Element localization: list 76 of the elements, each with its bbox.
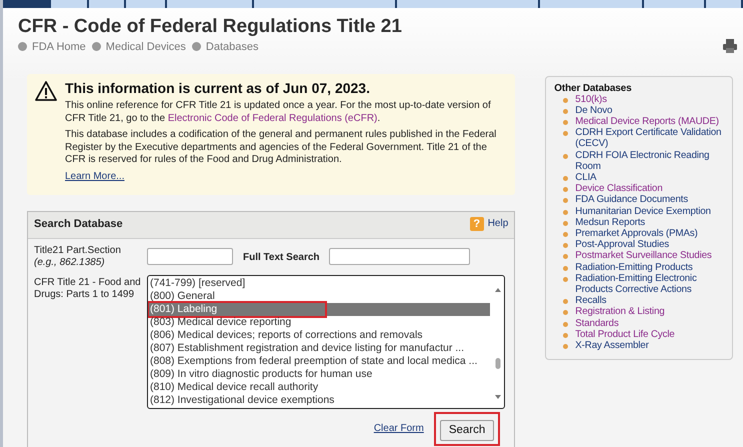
database-link[interactable]: Device Classification [575,183,662,194]
bullet-icon [563,198,568,204]
database-link[interactable]: De Novo [575,104,612,116]
bullet-icon [563,254,568,260]
bullet-icon [563,154,568,159]
ecfr-link[interactable]: Electronic Code of Federal Regulations (eCFR) [168,112,378,124]
bullet-icon [563,120,568,125]
bullet-icon [563,332,568,338]
database-link[interactable]: CDRH Export Certificate Validation (CECV) [575,127,728,150]
breadcrumb-link[interactable]: Medical Devices [106,41,186,53]
field-label: Title21 Part.Section [34,244,122,257]
bullet-icon [563,276,568,282]
list-option[interactable]: (801) Labeling [148,302,490,316]
bullet-icon [563,299,568,304]
learn-more-link[interactable]: Learn More... [65,170,124,182]
database-link[interactable]: Medical Device Reports (MAUDE) [575,116,719,128]
field-label: Full Text Search [243,252,320,264]
notice-paragraph: This database includes a codification of the general and permanent rules published in the Federal Register by the Executive departments and agencies of the Federal Government. Title 21 of the CFR is reserved for rules of the Food and Drug Administration. [65,129,498,167]
bullet-icon [563,322,568,327]
bullet-icon [563,344,568,349]
database-link[interactable]: 510(k)s [575,94,607,105]
list-option[interactable]: (807) Establishment registration and device listing for manufactur ... [148,342,490,355]
field-label: CFR Title 21 - Food and Drugs: Parts 1 to 1499 [34,276,142,301]
list-option[interactable]: (803) Medical device reporting [148,316,490,329]
bullet-icon [563,187,568,192]
section-title: Search Database [34,217,123,232]
database-link[interactable]: Standards [575,318,619,329]
database-link[interactable]: Recalls [575,295,606,306]
list-option[interactable]: (810) Medical device recall authority [148,380,490,394]
bullet-icon [563,220,568,226]
database-link[interactable]: Premarket Approvals (PMAs) [575,228,698,240]
clear-form-link[interactable]: Clear Form [374,421,424,436]
database-link[interactable]: Humanitarian Device Exemption [575,206,711,217]
field-hint: (e.g., 862.1385) [34,256,106,269]
list-option[interactable]: (741-799) [reserved] [148,276,490,290]
bullet-icon [563,108,568,114]
search-button[interactable]: Search [440,420,494,442]
bullet-icon [92,42,101,51]
page-title: CFR - Code of Federal Regulations Title 21 [18,15,402,39]
bullet-icon [563,243,568,248]
parts-listbox[interactable] [147,274,505,409]
database-link[interactable]: Total Product Life Cycle [575,328,675,340]
bullet-icon [563,98,568,102]
database-link[interactable]: Radiation-Emitting Products [575,262,693,273]
database-link[interactable]: Medsun Reports [575,216,646,228]
bullet-icon [192,42,201,51]
print-icon[interactable] [723,39,737,53]
breadcrumb-link[interactable]: Databases [206,41,258,53]
database-link[interactable]: Registration & Listing [575,306,665,318]
database-link[interactable]: CLIA [575,172,596,184]
list-option[interactable]: (812) Investigational device exemptions [148,394,490,407]
notice-heading: This information is current as of Jun 07, 2023. [65,80,371,96]
list-option[interactable]: (808) Exemptions from federal preemption of state and local medica ... [148,354,490,368]
database-link[interactable]: Post-Approval Studies [575,239,670,250]
database-link[interactable]: X-Ray Assembler [575,340,649,352]
database-link[interactable]: CDRH FOIA Electronic Reading Room [575,150,728,172]
bullet-icon [563,176,568,181]
bullet-icon [18,42,27,51]
full-text-search-field[interactable] [328,248,470,265]
breadcrumb-link[interactable]: FDA Home [32,41,86,53]
list-option[interactable]: (800) General [148,290,490,303]
database-link[interactable]: Postmarket Surveillance Studies [575,250,712,262]
bullet-icon [563,310,568,316]
database-link[interactable]: Radiation-Emitting Electronic Products Corrective Actions [575,272,728,296]
bullet-icon [563,210,568,215]
bullet-icon [563,266,568,271]
help-link[interactable]: Help [488,216,508,232]
list-option[interactable]: (806) Medical devices; reports of corrections and removals [148,328,490,342]
notice-paragraph: This online reference for CFR Title 21 is updated once a year. For the most up-to-date version of CFR Title 21, go to the Electronic Code of Federal Regulations (eCFR). [65,100,492,126]
bullet-icon [563,232,568,237]
bullet-icon [563,131,568,136]
database-link[interactable]: FDA Guidance Documents [575,194,688,206]
list-option[interactable]: (809) In vitro diagnostic products for human use [148,368,490,381]
warning-icon [35,80,57,100]
part-section-field[interactable] [147,248,233,265]
panel-title: Other Databases [554,82,632,94]
